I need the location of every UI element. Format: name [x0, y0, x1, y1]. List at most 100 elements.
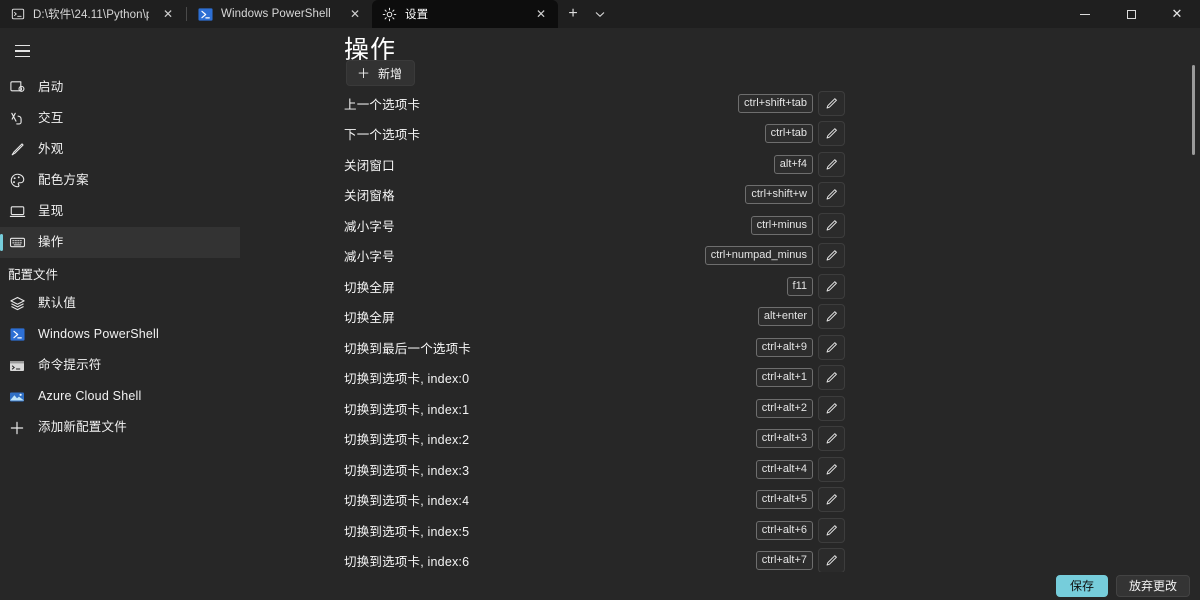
sidebar-item-label: 命令提示符	[38, 359, 102, 372]
add-action-button[interactable]: ＋ 新增	[346, 60, 415, 86]
edit-action-button[interactable]	[818, 335, 845, 360]
keybinding-container: ctrl+alt+4	[400, 460, 813, 479]
sidebar-item-4[interactable]: 呈现	[0, 196, 240, 227]
keybinding-chip: ctrl+numpad_minus	[705, 246, 813, 265]
sidebar-item-label: 呈现	[38, 205, 63, 218]
edit-action-button[interactable]	[818, 243, 845, 268]
action-row[interactable]: 切换到选项卡, index:1ctrl+alt+2	[240, 393, 1200, 424]
save-button[interactable]: 保存	[1056, 575, 1108, 597]
minimize-button[interactable]	[1062, 0, 1108, 28]
keybinding-chip: alt+f4	[774, 155, 813, 174]
sidebar-item-5[interactable]: 操作	[0, 227, 240, 258]
hamburger-icon-line	[15, 56, 30, 58]
sidebar-item-9[interactable]: 命令提示符	[0, 350, 240, 381]
keybinding-chip: ctrl+alt+2	[756, 399, 813, 418]
edit-action-button[interactable]	[818, 518, 845, 543]
edit-action-button[interactable]	[818, 274, 845, 299]
pencil-icon	[825, 219, 838, 232]
sidebar-item-3[interactable]: 配色方案	[0, 165, 240, 196]
edit-action-button[interactable]	[818, 304, 845, 329]
edit-action-button[interactable]	[818, 457, 845, 482]
keybinding-chip: alt+enter	[758, 307, 813, 326]
close-icon[interactable]: ✕	[344, 4, 366, 24]
edit-action-button[interactable]	[818, 182, 845, 207]
close-icon[interactable]: ✕	[157, 4, 179, 24]
discard-changes-button[interactable]: 放弃更改	[1116, 575, 1190, 597]
sidebar-item-10[interactable]: Azure Cloud Shell	[0, 381, 240, 412]
sidebar-item-11[interactable]: 添加新配置文件	[0, 412, 240, 443]
tab-2[interactable]: 设置✕	[372, 0, 558, 28]
edit-action-button[interactable]	[818, 91, 845, 116]
keybinding-chip: ctrl+tab	[765, 124, 813, 143]
edit-action-button[interactable]	[818, 365, 845, 390]
close-button[interactable]: ✕	[1154, 0, 1200, 28]
keybinding-chip: ctrl+alt+6	[756, 521, 813, 540]
action-row[interactable]: 关闭窗口 alt+f4	[240, 149, 1200, 180]
edit-action-button[interactable]	[818, 548, 845, 572]
action-row[interactable]: 切换到选项卡, index:5ctrl+alt+6	[240, 515, 1200, 546]
keybinding-chip: ctrl+minus	[751, 216, 813, 235]
defaults-icon	[8, 295, 26, 313]
pencil-icon	[825, 524, 838, 537]
action-row[interactable]: 切换到最后一个选项卡ctrl+alt+9	[240, 332, 1200, 363]
sidebar-item-8[interactable]: Windows PowerShell	[0, 319, 240, 350]
keybinding-container: ctrl+alt+9	[400, 338, 813, 357]
action-row[interactable]: 切换到选项卡, index:6ctrl+alt+7	[240, 546, 1200, 573]
sidebar-item-1[interactable]: 交互	[0, 103, 240, 134]
color-scheme-icon	[8, 172, 26, 190]
edit-action-button[interactable]	[818, 121, 845, 146]
pencil-icon	[825, 402, 838, 415]
pencil-icon	[825, 97, 838, 110]
maximize-icon	[1127, 10, 1136, 19]
edit-action-button[interactable]	[818, 426, 845, 451]
sidebar-item-label: 启动	[38, 81, 63, 94]
keybinding-container: ctrl+alt+7	[400, 551, 813, 570]
action-row[interactable]: 减小字号ctrl+minus	[240, 210, 1200, 241]
appearance-icon	[8, 141, 26, 159]
maximize-button[interactable]	[1108, 0, 1154, 28]
action-row[interactable]: 切换到选项卡, index:2ctrl+alt+3	[240, 424, 1200, 455]
keybinding-container: ctrl+alt+6	[400, 521, 813, 540]
sidebar-item-label: 交互	[38, 112, 63, 125]
action-row[interactable]: 下一个选项卡ctrl+tab	[240, 119, 1200, 150]
edit-action-button[interactable]	[818, 213, 845, 238]
tab-1[interactable]: Windows PowerShell✕	[188, 0, 372, 28]
keybinding-chip: ctrl+alt+1	[756, 368, 813, 387]
tab-0[interactable]: D:\软件\24.11\Python\python.e✕	[0, 0, 185, 28]
keybinding-container: alt+f4	[400, 155, 813, 174]
edit-action-button[interactable]	[818, 152, 845, 177]
keybinding-chip: ctrl+alt+7	[756, 551, 813, 570]
hamburger-menu-button[interactable]	[2, 32, 42, 70]
action-row[interactable]: 关闭窗格ctrl+shift+w	[240, 180, 1200, 211]
tab-dropdown-button[interactable]	[588, 0, 612, 28]
close-icon[interactable]: ✕	[530, 4, 552, 24]
keybinding-container: ctrl+alt+3	[400, 429, 813, 448]
action-label: 关闭窗口	[344, 155, 395, 174]
edit-action-button[interactable]	[818, 487, 845, 512]
sidebar-item-7[interactable]: 默认值	[0, 288, 240, 319]
keybinding-container: ctrl+alt+5	[400, 490, 813, 509]
action-row[interactable]: 上一个选项卡ctrl+shift+tab	[240, 88, 1200, 119]
new-tab-button[interactable]: +	[558, 0, 588, 28]
action-row[interactable]: 减小字号ctrl+numpad_minus	[240, 241, 1200, 272]
sidebar-item-0[interactable]: 启动	[0, 72, 240, 103]
edit-action-button[interactable]	[818, 396, 845, 421]
main-scrollbar[interactable]	[1192, 65, 1195, 155]
terminal-icon	[10, 7, 25, 22]
pencil-icon	[825, 493, 838, 506]
keybinding-container: alt+enter	[400, 307, 813, 326]
hamburger-icon-line	[15, 45, 30, 47]
actions-icon	[8, 234, 26, 252]
action-row[interactable]: 切换到选项卡, index:4ctrl+alt+5	[240, 485, 1200, 516]
startup-icon	[8, 79, 26, 97]
action-row[interactable]: 切换到选项卡, index:0ctrl+alt+1	[240, 363, 1200, 394]
pencil-icon	[825, 554, 838, 567]
sidebar-item-2[interactable]: 外观	[0, 134, 240, 165]
plus-icon	[8, 419, 26, 437]
minimize-icon	[1080, 14, 1090, 15]
action-row[interactable]: 切换全屏f11	[240, 271, 1200, 302]
plus-icon: +	[568, 5, 577, 23]
action-row[interactable]: 切换到选项卡, index:3ctrl+alt+4	[240, 454, 1200, 485]
action-row[interactable]: 切换全屏alt+enter	[240, 302, 1200, 333]
chevron-down-icon	[595, 11, 605, 18]
